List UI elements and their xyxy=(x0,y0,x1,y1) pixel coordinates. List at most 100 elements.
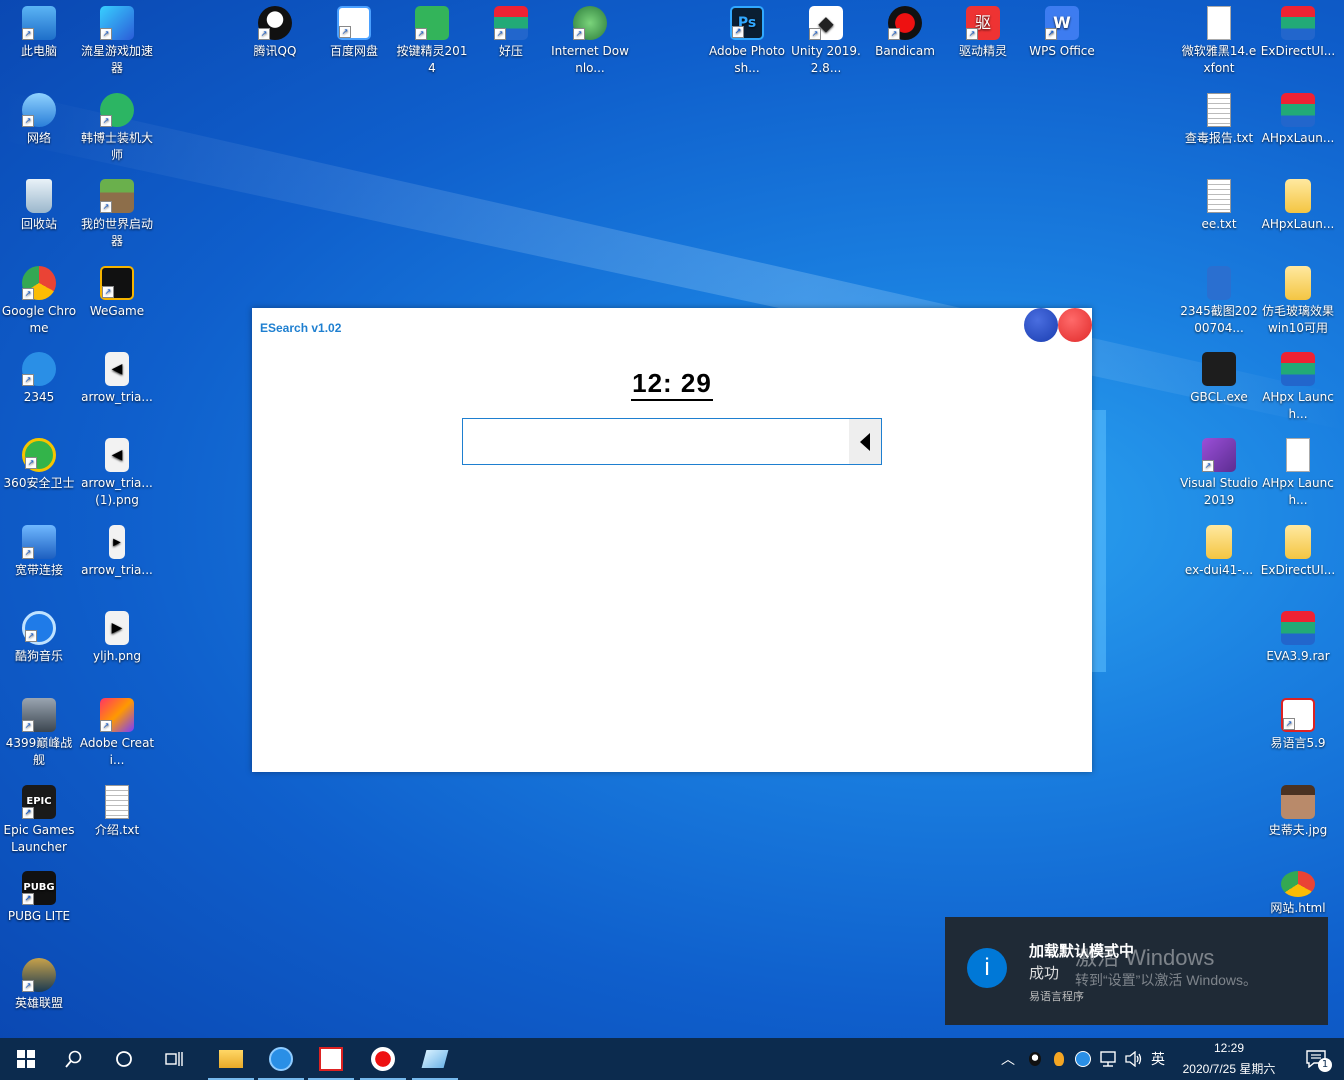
desktop-icon-internet-download[interactable]: ↗ Internet Downlo... xyxy=(551,0,629,77)
desktop-icon-label: WPS Office xyxy=(1029,44,1095,58)
desktop-icon-broadband[interactable]: ↗ 宽带连接 xyxy=(0,519,78,579)
search-input[interactable] xyxy=(465,421,849,462)
desktop-icon-glass-effect[interactable]: 仿毛玻璃效果win10可用 xyxy=(1259,260,1337,337)
desktop-icon-ahpx-2[interactable]: AHpxLaun... xyxy=(1259,173,1337,233)
cortana-button[interactable] xyxy=(100,1038,148,1080)
esearch-window: ESearch v1.02 12: 29 xyxy=(252,308,1092,772)
desktop-icon-label: GBCL.exe xyxy=(1190,390,1248,404)
close-button[interactable] xyxy=(1058,308,1092,342)
desktop-icon-website-html[interactable]: 网站.html xyxy=(1259,865,1337,917)
desktop-icon-label: 回收站 xyxy=(20,217,57,231)
desktop-icon-yljh-png[interactable]: ▶ yljh.png xyxy=(78,605,156,665)
desktop-icon-chrome[interactable]: ↗ Google Chrome xyxy=(0,260,78,337)
desktop-icon-360-security[interactable]: ↗ 360安全卫士 xyxy=(0,432,78,492)
desktop-icon-unity[interactable]: ◆ ↗ Unity 2019.2.8... xyxy=(787,0,865,77)
desktop-icon-label: 网站.html xyxy=(1270,901,1326,915)
taskbar: ︿ 英 12:29 2020/7/25 星期六 1 xyxy=(0,1038,1344,1080)
desktop-icon-qq[interactable]: ↗ 腾讯QQ xyxy=(236,0,314,60)
minimize-button[interactable] xyxy=(1024,308,1058,342)
taskbar-app-e-language[interactable] xyxy=(306,1038,356,1080)
desktop-icon-this-pc[interactable]: ↗ 此电脑 xyxy=(0,0,78,60)
desktop-icon-haozip[interactable]: ↗ 好压 xyxy=(472,0,550,60)
task-view-button[interactable] xyxy=(150,1038,198,1080)
desktop-icon-virus-report[interactable]: 查毒报告.txt xyxy=(1180,87,1258,147)
desktop-icon-label: 酷狗音乐 xyxy=(14,649,63,663)
search-arrow-button[interactable] xyxy=(849,419,881,464)
tray-input-method[interactable]: 英 xyxy=(1146,1038,1170,1080)
desktop-icon-label: 4399巅峰战舰 xyxy=(5,736,73,767)
desktop-icon-label: Adobe Creati... xyxy=(79,736,155,767)
desktop-icon-steve-jpg[interactable]: 史蒂夫.jpg xyxy=(1259,779,1337,839)
desktop-icon-wegame[interactable]: ↗ WeGame xyxy=(78,260,156,320)
desktop-icon-2345[interactable]: ↗ 2345 xyxy=(0,346,78,406)
desktop-icon-4399-warship[interactable]: ↗ 4399巅峰战舰 xyxy=(0,692,78,769)
desktop-icon-ex-dui41[interactable]: ex-dui41-... xyxy=(1180,519,1258,579)
desktop-icon-epic-games[interactable]: EPIC ↗ Epic Games Launcher xyxy=(0,779,78,856)
desktop-icon-bandicam[interactable]: ↗ Bandicam xyxy=(866,0,944,60)
desktop-icon-league-of-legends[interactable]: ↗ 英雄联盟 xyxy=(0,952,78,1012)
desktop-icon-e-language[interactable]: ↗ 易语言5.9 xyxy=(1259,692,1337,752)
clock-display: 12: 29 xyxy=(252,368,1092,401)
desktop-icon-2345-screenshot[interactable]: 2345截图20200704... xyxy=(1180,260,1258,337)
unity-icon: ◆ ↗ xyxy=(809,6,843,40)
desktop-icon-arrow-triangle-png[interactable]: ◀ arrow_tria... (1).png xyxy=(78,432,156,509)
desktop-icon-photoshop[interactable]: Ps ↗ Adobe Photosh... xyxy=(708,0,786,77)
text-file-icon xyxy=(1207,179,1231,213)
desktop-icon-installer[interactable]: ↗ 韩博士装机大师 xyxy=(78,87,156,164)
music-icon: ↗ xyxy=(22,611,56,645)
action-center-button[interactable]: 1 xyxy=(1296,1038,1336,1080)
desktop-icon-exdirectui-1[interactable]: ExDirectUI... xyxy=(1259,0,1337,60)
meteor-icon: ↗ xyxy=(100,6,134,40)
tray-driver[interactable] xyxy=(1048,1038,1070,1080)
tray-volume[interactable] xyxy=(1122,1038,1146,1080)
desktop-icon-label: 按键精灵2014 xyxy=(396,44,468,75)
desktop-icon-label: Google Chrome xyxy=(1,304,77,335)
desktop-icon-key-wizard[interactable]: ↗ 按键精灵2014 xyxy=(393,0,471,77)
taskbar-app-browser[interactable] xyxy=(256,1038,306,1080)
desktop-icon-pubg-lite[interactable]: PUBG ↗ PUBG LITE xyxy=(0,865,78,925)
desktop-icon-eva-rar[interactable]: EVA3.9.rar xyxy=(1259,605,1337,665)
desktop-icon-game-accelerator[interactable]: ↗ 流星游戏加速器 xyxy=(78,0,156,77)
enderman-icon xyxy=(1202,352,1236,386)
search-button[interactable] xyxy=(50,1038,98,1080)
desktop-icon-label: WeGame xyxy=(89,304,145,318)
desktop-icon-ahpx-1[interactable]: AHpxLaun... xyxy=(1259,87,1337,147)
start-button[interactable] xyxy=(2,1038,50,1080)
cortana-icon xyxy=(116,1051,132,1067)
minecraft-icon: ↗ xyxy=(100,179,134,213)
desktop-icon-ahpx-4[interactable]: AHpx Launch... xyxy=(1259,432,1337,509)
desktop-icon-adobe-creative[interactable]: ↗ Adobe Creati... xyxy=(78,692,156,769)
desktop-icon-label: Unity 2019.2.8... xyxy=(791,44,861,75)
tray-qq[interactable] xyxy=(1024,1038,1046,1080)
desktop-icon-ee-txt[interactable]: ee.txt xyxy=(1180,173,1258,233)
tray-overflow-button[interactable]: ︿ xyxy=(998,1038,1018,1080)
desktop-icon-font-file[interactable]: 微软雅黑14.exfont xyxy=(1180,0,1258,77)
desktop-icon-label: 百度网盘 xyxy=(329,44,378,58)
task-view-icon xyxy=(165,1052,183,1066)
taskbar-app-file-explorer[interactable] xyxy=(206,1038,256,1080)
windows-logo-icon xyxy=(17,1050,35,1068)
tray-browser[interactable] xyxy=(1072,1038,1094,1080)
desktop-icon-arrow-triangle-2[interactable]: ▶ arrow_tria... xyxy=(78,519,156,579)
desktop-icon-gbcl-exe[interactable]: GBCL.exe xyxy=(1180,346,1258,406)
tray-network[interactable] xyxy=(1096,1038,1120,1080)
desktop-icon-exdirectui-2[interactable]: ExDirectUI... xyxy=(1259,519,1337,579)
desktop-icon-label: 英雄联盟 xyxy=(14,996,63,1010)
taskbar-app-esearch[interactable] xyxy=(410,1038,460,1080)
desktop-icon-network[interactable]: ↗ 网络 xyxy=(0,87,78,147)
info-icon: i xyxy=(967,948,1007,988)
desktop-icon-arrow-triangle-1[interactable]: ◀ arrow_tria... xyxy=(78,346,156,406)
desktop-icon-recycle-bin[interactable]: 回收站 xyxy=(0,173,78,233)
desktop-icon-intro-txt[interactable]: 介绍.txt xyxy=(78,779,156,839)
desktop-icon-minecraft-launcher[interactable]: ↗ 我的世界启动器 xyxy=(78,173,156,250)
desktop-icon-label: 韩博士装机大师 xyxy=(80,131,153,162)
desktop-icon-visual-studio[interactable]: ↗ Visual Studio 2019 xyxy=(1180,432,1258,509)
desktop-icon-driver-genius[interactable]: 驱 ↗ 驱动精灵 xyxy=(944,0,1022,60)
desktop-icon-wps-office[interactable]: W ↗ WPS Office xyxy=(1023,0,1101,60)
desktop-icon-kugou-music[interactable]: ↗ 酷狗音乐 xyxy=(0,605,78,665)
desktop-icon-label: 网络 xyxy=(26,131,51,145)
desktop-icon-label: EVA3.9.rar xyxy=(1266,649,1330,663)
desktop-icon-ahpx-3[interactable]: AHpx Launch... xyxy=(1259,346,1337,423)
desktop-icon-baidu-netdisk[interactable]: ↗ 百度网盘 xyxy=(315,0,393,60)
taskbar-app-bandicam[interactable] xyxy=(358,1038,408,1080)
